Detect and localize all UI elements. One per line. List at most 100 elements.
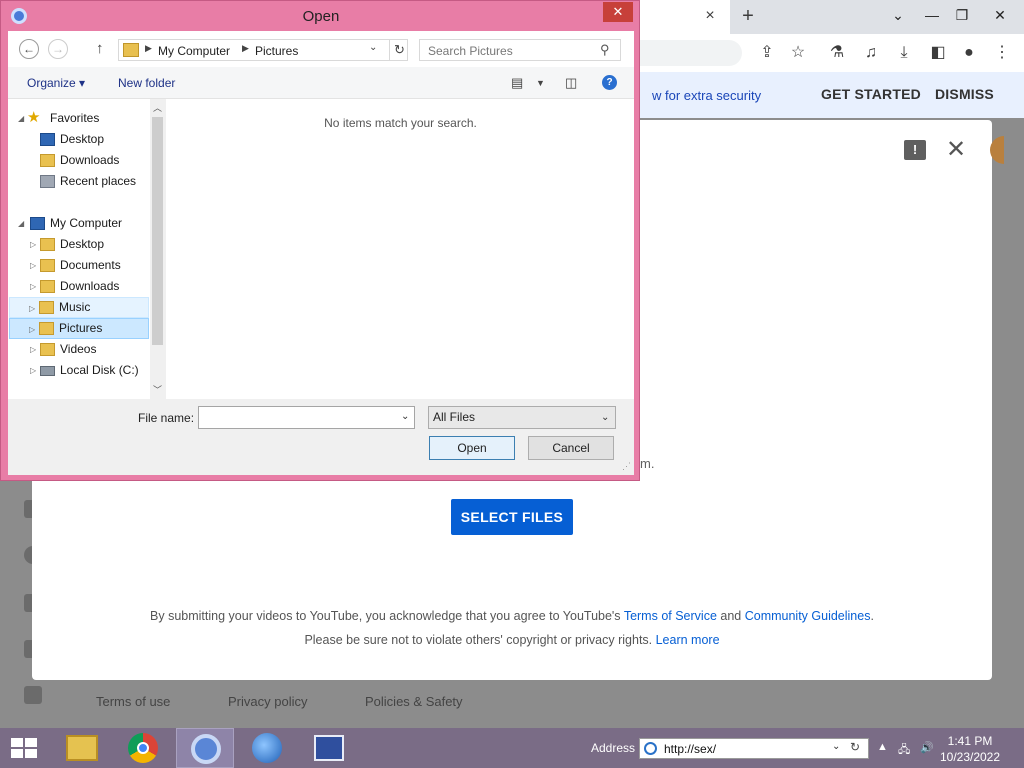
collapse-arrow-icon[interactable]: ◢ [18, 108, 24, 129]
breadcrumb-separator-icon[interactable]: ▶ [145, 43, 152, 54]
preview-pane-icon[interactable]: ◫ [565, 75, 577, 91]
download-icon[interactable]: ⤓ [891, 40, 917, 66]
terms-text: and [716, 609, 745, 623]
learn-more-link[interactable]: Learn more [656, 633, 720, 647]
start-button[interactable] [0, 728, 58, 768]
browser-menu-icon[interactable]: ⋮ [989, 40, 1015, 66]
footer-privacy-link[interactable]: Privacy policy [228, 694, 307, 709]
media-queue-icon[interactable]: ♫ [858, 40, 884, 66]
resize-grip-icon[interactable]: ⋰ [622, 461, 631, 472]
tree-item-desktop[interactable]: ▷ Desktop [10, 234, 150, 255]
help-icon[interactable]: ? [602, 75, 617, 90]
profile-avatar-icon[interactable]: ● [956, 40, 982, 66]
dialog-close-button[interactable]: ✕ [603, 2, 633, 22]
computer-icon [30, 217, 45, 230]
labs-flask-icon[interactable]: ⚗ [824, 40, 850, 66]
share-icon[interactable]: ⇪ [754, 40, 780, 66]
expand-arrow-icon[interactable]: ▷ [29, 319, 35, 340]
address-toolbar-input[interactable]: http://sex/ ⌄ ↻ [639, 738, 869, 759]
scroll-down-icon[interactable]: ﹀ [150, 383, 165, 396]
tab-close-icon[interactable]: × [702, 8, 718, 24]
new-tab-button[interactable]: + [738, 6, 758, 26]
scroll-up-icon[interactable]: ︿ [150, 101, 165, 114]
banner-text: w for extra security [652, 88, 762, 103]
show-hidden-icons-icon[interactable]: ▲ [877, 741, 888, 753]
tree-item-recent-places[interactable]: Recent places [10, 171, 150, 192]
file-name-input[interactable]: ⌄ [198, 406, 415, 429]
tree-item-favorites[interactable]: ◢ ★ Favorites [10, 108, 150, 129]
minimize-icon[interactable]: — [918, 4, 946, 26]
new-folder-button[interactable]: New folder [118, 76, 175, 90]
expand-arrow-icon[interactable]: ▷ [30, 360, 36, 381]
expand-arrow-icon[interactable]: ▷ [30, 276, 36, 297]
chevron-down-icon[interactable]: ⌄ [369, 42, 377, 53]
breadcrumb-item[interactable]: Pictures [255, 44, 298, 58]
footer-policies-link[interactable]: Policies & Safety [365, 694, 463, 709]
back-arrow-icon[interactable]: ← [19, 39, 39, 59]
view-options-chevron-icon[interactable]: ▼ [536, 78, 545, 88]
up-arrow-icon[interactable]: ↑ [96, 40, 104, 57]
chevron-down-icon[interactable]: ⌄ [832, 741, 840, 752]
refresh-icon[interactable]: ↻ [389, 40, 409, 60]
clock-time[interactable]: 1:41 PM [930, 734, 1010, 748]
tree-item-downloads[interactable]: ▷ Downloads [10, 276, 150, 297]
community-guidelines-link[interactable]: Community Guidelines [745, 609, 871, 623]
collapse-arrow-icon[interactable]: ◢ [18, 213, 24, 234]
expand-arrow-icon[interactable]: ▷ [30, 234, 36, 255]
search-input[interactable]: Search Pictures ⚲ [419, 39, 621, 61]
tree-item-local-disk[interactable]: ▷ Local Disk (C:) [10, 360, 150, 381]
file-type-select[interactable]: All Files ⌄ [428, 406, 616, 429]
taskbar-app[interactable] [300, 728, 358, 768]
taskbar-chrome-active[interactable] [176, 728, 234, 768]
breadcrumb[interactable]: ▶ My Computer ▶ Pictures ⌄ ↻ [118, 39, 408, 61]
tree-item-downloads[interactable]: Downloads [10, 150, 150, 171]
breadcrumb-item[interactable]: My Computer [158, 44, 230, 58]
select-files-button[interactable]: SELECT FILES [451, 499, 573, 535]
breadcrumb-separator-icon[interactable]: ▶ [242, 43, 249, 54]
dismiss-button[interactable]: DISMISS [935, 86, 994, 102]
open-button[interactable]: Open [429, 436, 515, 460]
close-icon[interactable]: ✕ [944, 138, 968, 162]
taskbar-chrome[interactable] [114, 728, 172, 768]
restore-icon[interactable]: ❐ [948, 4, 976, 26]
change-view-icon[interactable]: ▤ [511, 75, 523, 91]
file-list[interactable]: No items match your search. [165, 99, 634, 399]
search-icon[interactable]: ⚲ [600, 42, 610, 58]
chevron-down-icon[interactable]: ⌄ [401, 411, 409, 422]
cancel-button[interactable]: Cancel [528, 436, 614, 460]
taskbar-browser[interactable] [238, 728, 296, 768]
tree-item-documents[interactable]: ▷ Documents [10, 255, 150, 276]
tree-item-my-computer[interactable]: ◢ My Computer [10, 213, 150, 234]
tree-item-music[interactable]: ▷ Music [9, 297, 149, 318]
scroll-thumb[interactable] [152, 117, 163, 345]
omnibox[interactable] [630, 40, 742, 66]
tab-search-icon[interactable]: ⌄ [884, 4, 912, 26]
feedback-icon[interactable] [24, 686, 42, 704]
window-close-icon[interactable]: ✕ [986, 4, 1014, 26]
copyright-text: Please be sure not to violate others' co… [304, 633, 656, 647]
get-started-button[interactable]: GET STARTED [821, 86, 921, 102]
tree-item-videos[interactable]: ▷ Videos [10, 339, 150, 360]
organize-menu[interactable]: Organize ▾ [27, 76, 85, 90]
tree-item-desktop[interactable]: Desktop [10, 129, 150, 150]
feedback-icon[interactable]: ! [904, 140, 926, 160]
dialog-titlebar[interactable]: Open ✕ [1, 1, 641, 31]
footer-terms-link[interactable]: Terms of use [96, 694, 170, 709]
expand-arrow-icon[interactable]: ▷ [29, 298, 35, 319]
folder-icon [39, 301, 54, 314]
network-icon[interactable]: 🖧 [898, 741, 910, 760]
address-value: http://sex/ [664, 742, 717, 756]
expand-arrow-icon[interactable]: ▷ [30, 255, 36, 276]
refresh-icon[interactable]: ↻ [850, 740, 860, 754]
expand-arrow-icon[interactable]: ▷ [30, 339, 36, 360]
tree-item-pictures[interactable]: ▷ Pictures [9, 318, 149, 339]
chevron-down-icon[interactable]: ⌄ [601, 407, 609, 428]
bookmark-star-icon[interactable]: ☆ [785, 40, 811, 66]
tree-scrollbar[interactable]: ︿ ﹀ [150, 99, 165, 399]
clock-date[interactable]: 10/23/2022 [930, 750, 1010, 764]
forward-arrow-icon[interactable]: → [48, 39, 68, 59]
tree-item-label: Videos [60, 342, 97, 356]
taskbar-file-explorer[interactable] [52, 728, 110, 768]
terms-of-service-link[interactable]: Terms of Service [624, 609, 717, 623]
side-panel-icon[interactable]: ◧ [925, 40, 951, 66]
